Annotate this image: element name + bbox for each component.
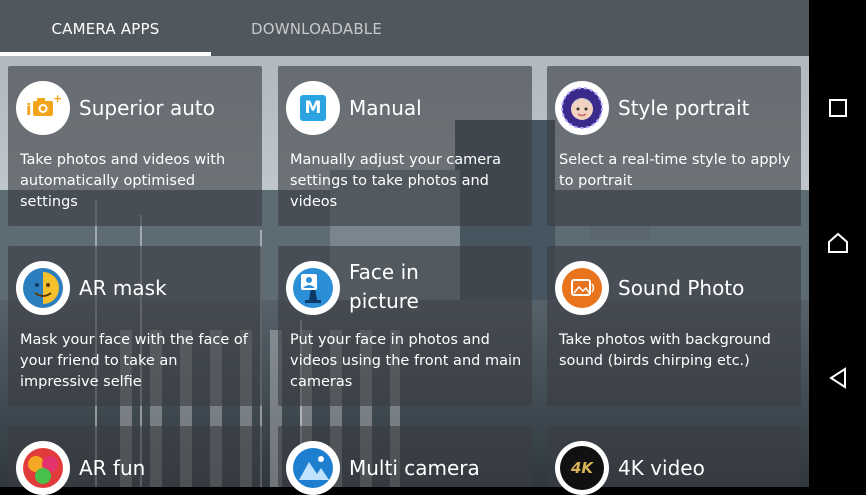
tab-downloadable[interactable]: DOWNLOADABLE [211, 0, 422, 56]
tab-active-indicator [0, 52, 211, 56]
app-description: Take photos with background sound (birds… [559, 330, 795, 372]
app-title: AR fun [79, 454, 145, 483]
svg-text:+: + [53, 92, 62, 105]
svg-text:i: i [26, 100, 31, 119]
app-title: Sound Photo [618, 274, 744, 303]
app-title: Superior auto [79, 94, 215, 123]
app-card-face-in-picture[interactable]: Face in picture Put your face in photos … [278, 246, 532, 406]
app-card-ar-fun[interactable]: AR fun [8, 426, 262, 487]
home-icon[interactable] [826, 231, 850, 255]
app-card-multi-camera[interactable]: Multi camera [278, 426, 532, 487]
app-description: Put your face in photos and videos using… [290, 330, 526, 393]
app-card-sound-photo[interactable]: Sound Photo Take photos with background … [547, 246, 801, 406]
style-portrait-face-icon [555, 81, 609, 135]
app-description: Select a real-time style to apply to por… [559, 150, 795, 192]
app-description: Manually adjust your camera settings to … [290, 150, 526, 213]
app-title: 4K video [618, 454, 705, 483]
sound-photo-icon [555, 261, 609, 315]
app-title: Manual [349, 94, 422, 123]
back-icon[interactable] [826, 366, 850, 390]
app-card-4k-video[interactable]: 4K 4K video [547, 426, 801, 487]
app-title: Multi camera [349, 454, 480, 483]
app-card-ar-mask[interactable]: AR mask Mask your face with the face of … [8, 246, 262, 406]
ar-mask-icon [16, 261, 70, 315]
app-card-style-portrait[interactable]: Style portrait Select a real-time style … [547, 66, 801, 226]
app-title: Face in picture [349, 258, 469, 316]
superior-auto-camera-icon: i + [16, 81, 70, 135]
app-card-manual[interactable]: M Manual Manually adjust your camera set… [278, 66, 532, 226]
manual-m-icon: M [286, 81, 340, 135]
app-title: AR mask [79, 274, 167, 303]
system-navigation-bar [809, 0, 866, 487]
tab-camera-apps[interactable]: CAMERA APPS [0, 0, 211, 56]
app-description: Take photos and videos with automaticall… [20, 150, 256, 213]
app-title: Style portrait [618, 94, 749, 123]
face-in-picture-icon [286, 261, 340, 315]
app-card-superior-auto[interactable]: i + Superior auto Take photos and videos… [8, 66, 262, 226]
tab-bar: CAMERA APPS DOWNLOADABLE [0, 0, 809, 56]
recent-apps-icon[interactable] [826, 96, 850, 120]
app-description: Mask your face with the face of your fri… [20, 330, 256, 393]
